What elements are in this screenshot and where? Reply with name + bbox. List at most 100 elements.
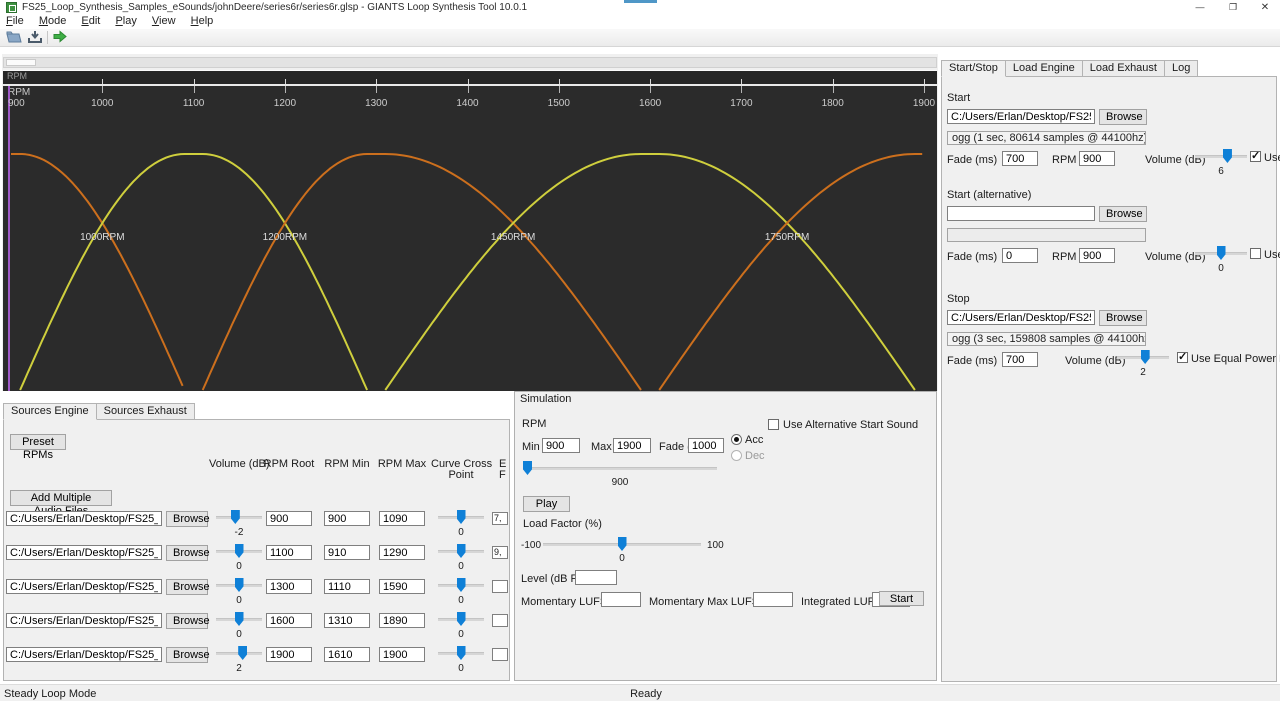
momentary-max-lufs-input[interactable] [753,592,793,607]
source-path-input[interactable] [6,579,162,594]
stop-volume-slider[interactable] [1117,349,1169,365]
tab-load-engine[interactable]: Load Engine [1006,60,1083,77]
browse-button[interactable]: Browse [166,647,208,663]
source-path-input[interactable] [6,545,162,560]
menu-edit[interactable]: Edit [75,15,106,29]
start-alt-rpm-input[interactable] [1079,248,1115,263]
maximize-button[interactable]: ❐ [1218,0,1248,15]
rpm-curve-chart[interactable]: RPM 100011001200130014001500160017001800… [3,86,937,391]
tab-sources-exhaust[interactable]: Sources Exhaust [97,403,195,420]
level-input[interactable] [575,570,617,585]
menu-help[interactable]: Help [185,15,220,29]
rpm-max-input[interactable] [379,511,425,526]
rpm-slider[interactable] [523,460,717,476]
tab-log[interactable]: Log [1165,60,1198,77]
toolbar [0,29,1280,47]
stop-path-input[interactable] [947,310,1095,325]
preset-rpms-button[interactable]: Preset RPMs [10,434,66,450]
start-path-input[interactable] [947,109,1095,124]
browse-button[interactable]: Browse [166,545,208,561]
momentary-lufs-input[interactable] [601,592,641,607]
fade-input[interactable] [688,438,724,453]
source-path-input[interactable] [6,511,162,526]
minimize-button[interactable]: — [1185,0,1215,15]
browse-button[interactable]: Browse [166,579,208,595]
browse-button[interactable]: Browse [1099,310,1147,326]
start-fade-input[interactable] [1002,151,1038,166]
clipped-cell[interactable]: 9, [492,546,508,559]
browse-button[interactable]: Browse [166,613,208,629]
curve-cross-slider[interactable] [438,543,484,559]
rpm-max-input[interactable] [379,647,425,662]
rpm-min-input[interactable] [324,613,370,628]
ruler-tick [741,86,742,93]
rpm-root-input[interactable] [266,613,312,628]
browse-button[interactable]: Browse [166,511,208,527]
start-rpm-input[interactable] [1079,151,1115,166]
rpm-min-input[interactable] [324,579,370,594]
tab-start-stop[interactable]: Start/Stop [941,60,1006,77]
rpm-max-input[interactable] [379,579,425,594]
import-icon[interactable] [27,30,45,45]
rpm-root-input[interactable] [266,579,312,594]
browse-button[interactable]: Browse [1099,206,1147,222]
scrollbar-handle[interactable] [6,59,36,66]
start-alt-use-checkbox[interactable] [1250,248,1261,259]
menu-file[interactable]: File [0,15,30,29]
clipped-cell[interactable]: 7, [492,512,508,525]
volume-slider[interactable] [216,611,262,627]
start-use-checkbox[interactable] [1250,151,1261,162]
run-icon[interactable] [53,30,71,45]
menu-mode[interactable]: Mode [33,15,73,29]
open-folder-icon[interactable] [6,30,24,45]
volume-slider[interactable] [216,577,262,593]
rpm-min-input[interactable] [324,647,370,662]
use-alternative-start-checkbox[interactable] [768,419,779,430]
rpm-max-input[interactable] [379,613,425,628]
curve-cross-slider[interactable] [438,509,484,525]
source-path-input[interactable] [6,613,162,628]
start-alt-fade-input[interactable] [1002,248,1038,263]
stop-use-equal-power-checkbox[interactable] [1177,352,1188,363]
clipped-cell[interactable] [492,614,508,627]
volume-value: 0 [216,629,262,640]
rpm-root-input[interactable] [266,647,312,662]
curve-cross-slider[interactable] [438,611,484,627]
start-alt-volume-slider[interactable] [1195,245,1247,261]
rpm-root-input[interactable] [266,511,312,526]
lufs-start-button[interactable]: Start [879,591,924,606]
curve-cross-slider[interactable] [438,645,484,661]
chart-horizontal-scrollbar[interactable] [3,57,937,68]
acc-radio[interactable] [731,434,742,445]
add-multiple-audio-files-button[interactable]: Add Multiple Audio Files [10,490,112,506]
start-volume-slider[interactable] [1195,148,1247,164]
play-button[interactable]: Play [523,496,570,512]
source-path-input[interactable] [6,647,162,662]
volume-value: -2 [216,527,262,538]
chart-overview-ruler[interactable]: RPM [3,70,937,86]
rpm-max-input[interactable] [613,438,651,453]
load-factor-slider[interactable] [543,536,701,552]
volume-slider[interactable] [216,543,262,559]
browse-button[interactable]: Browse [1099,109,1147,125]
rpm-min-input[interactable] [324,511,370,526]
volume-slider[interactable] [216,509,262,525]
rpm-min-input[interactable] [542,438,580,453]
close-button[interactable]: ✕ [1250,0,1280,15]
clipped-cell[interactable] [492,648,508,661]
clipped-cell[interactable] [492,580,508,593]
rpm-min-input[interactable] [324,545,370,560]
volume-slider[interactable] [216,645,262,661]
tab-load-exhaust[interactable]: Load Exhaust [1083,60,1165,77]
tab-sources-engine[interactable]: Sources Engine [3,403,97,420]
dec-radio[interactable] [731,450,742,461]
curve-cross-slider[interactable] [438,577,484,593]
start-alt-path-input[interactable] [947,206,1095,221]
menu-play[interactable]: Play [109,15,142,29]
stop-fade-input[interactable] [1002,352,1038,367]
rpm-cursor-line[interactable] [8,86,10,391]
rpm-root-input[interactable] [266,545,312,560]
menu-view[interactable]: View [146,15,182,29]
rpm-max-input[interactable] [379,545,425,560]
stop-volume-value: 2 [1117,367,1169,378]
